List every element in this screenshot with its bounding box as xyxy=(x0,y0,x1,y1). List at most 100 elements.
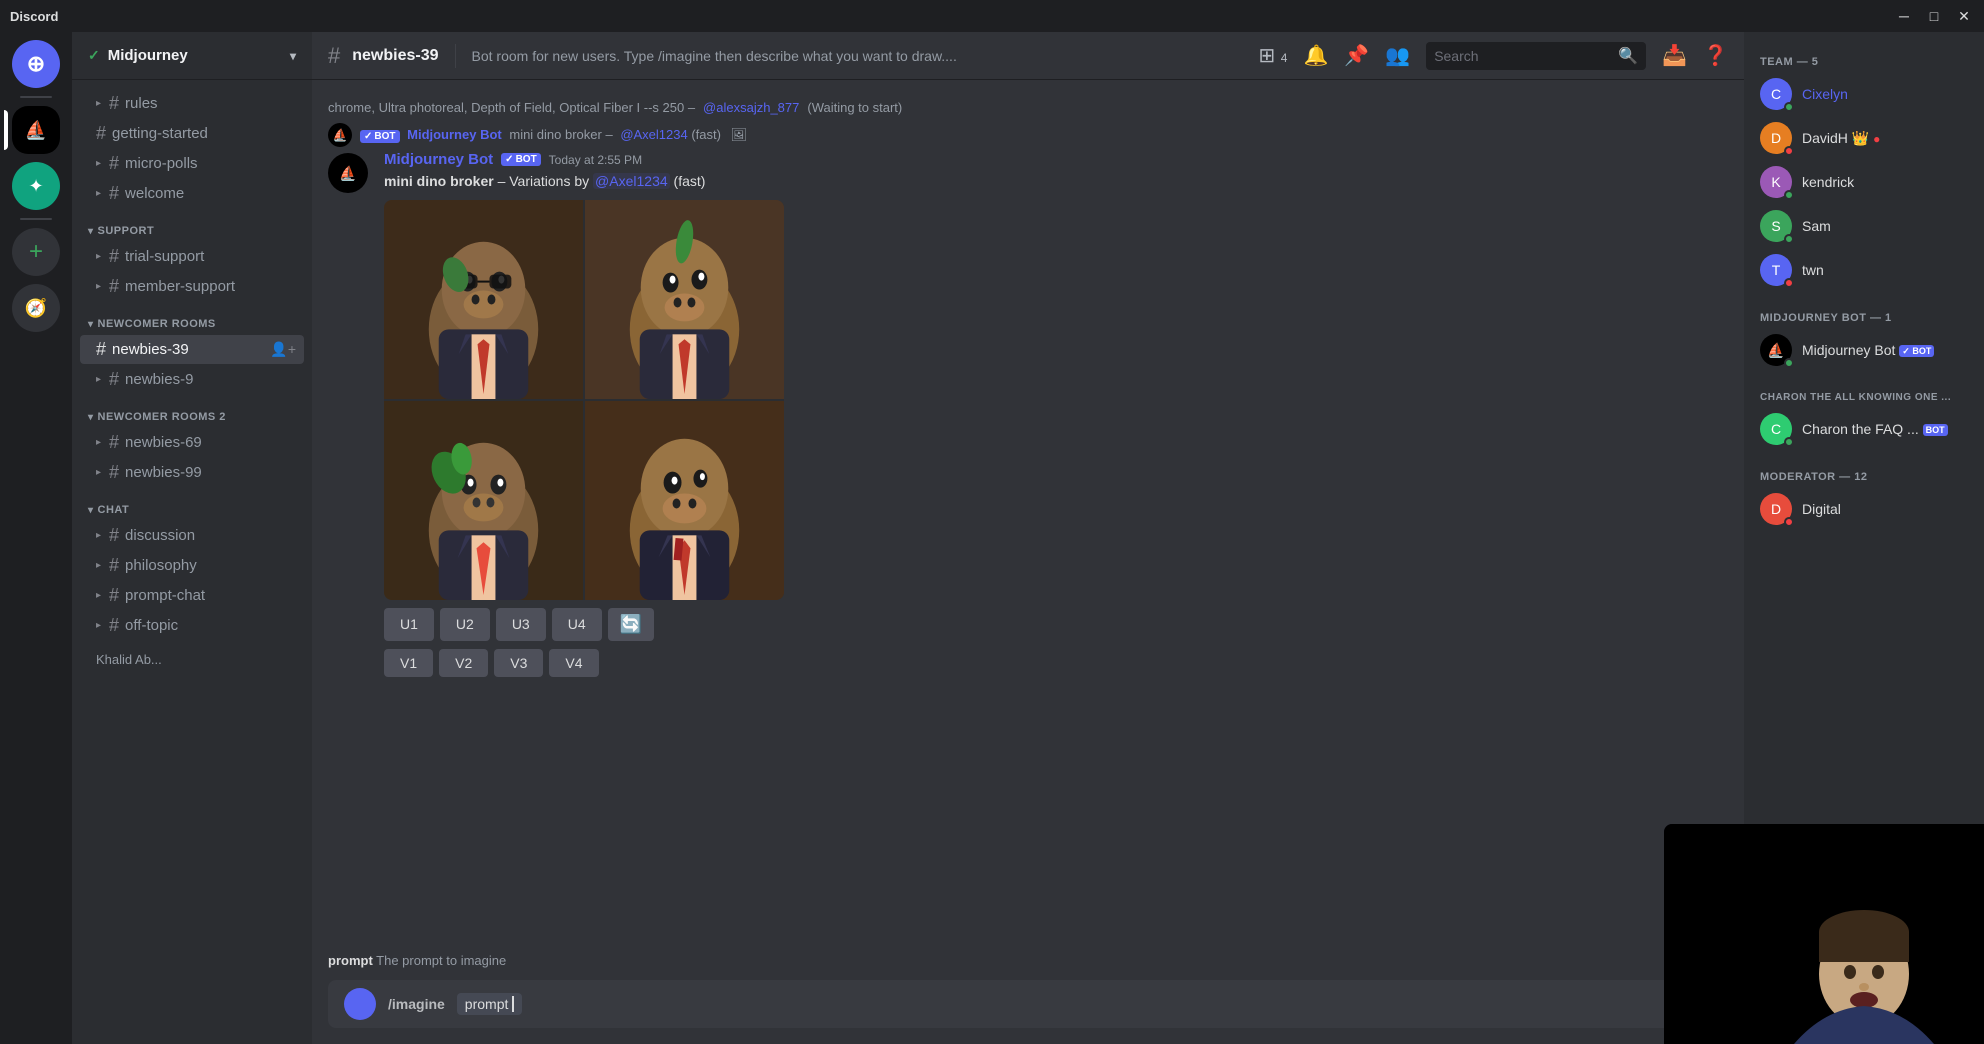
hash-icon: # xyxy=(109,525,119,546)
channel-label: off-topic xyxy=(125,617,178,634)
inbox-icon[interactable]: 📥 xyxy=(1662,43,1687,68)
member-item-sam[interactable]: S Sam xyxy=(1752,204,1976,248)
member-item-twn[interactable]: T twn xyxy=(1752,248,1976,292)
variation-2-button[interactable]: V2 xyxy=(439,649,488,677)
chevron-down-icon: ▾ xyxy=(290,49,296,63)
refresh-button[interactable]: 🔄 xyxy=(608,608,654,641)
category-label: CHAT xyxy=(98,504,130,516)
guild-add-button[interactable]: + xyxy=(12,228,60,276)
hash-icon: # xyxy=(109,276,119,297)
expand-arrow-icon: ▾ xyxy=(88,319,94,330)
member-avatar-davidh: D xyxy=(1760,122,1792,154)
expand-arrow-icon: ▸ xyxy=(96,281,101,292)
guild-item-discord[interactable]: ⊕ xyxy=(12,40,60,88)
variation-4-button[interactable]: V4 xyxy=(549,649,598,677)
variation-3-button[interactable]: V3 xyxy=(494,649,543,677)
expand-arrow-icon: ▸ xyxy=(96,467,101,478)
channel-item-micro-polls[interactable]: ▸ # micro-polls xyxy=(80,149,304,178)
members-icon[interactable]: ⊞ 4 xyxy=(1258,43,1287,68)
server-header[interactable]: ✓ Midjourney ▾ xyxy=(72,32,312,80)
webcam-overlay xyxy=(1664,824,1984,1044)
channel-item-newbies-99[interactable]: ▸ # newbies-99 xyxy=(80,458,304,487)
prompt-input-text: prompt xyxy=(465,996,509,1012)
bot-message-group: ⛵ Midjourney Bot ✓ BOT Today at 2:55 PM … xyxy=(312,147,1744,681)
channel-item-welcome[interactable]: ▸ # welcome xyxy=(80,179,304,208)
waiting-status: (Waiting to start) xyxy=(807,100,902,115)
member-item-cixelyn[interactable]: C Cixelyn xyxy=(1752,72,1976,116)
upscale-1-button[interactable]: U1 xyxy=(384,608,434,641)
bot-avatar-small: ⛵ xyxy=(328,123,352,147)
image-cell-2[interactable] xyxy=(585,200,784,399)
channel-item-member-support[interactable]: ▸ # member-support xyxy=(80,272,304,301)
message-input-area: /imagine prompt 😊 xyxy=(312,972,1744,1044)
guild-item-midjourney[interactable]: ⛵ xyxy=(12,106,60,154)
pin-icon[interactable]: 📌 xyxy=(1344,43,1369,68)
channel-item-prompt-chat[interactable]: ▸ # prompt-chat xyxy=(80,581,304,610)
category-support[interactable]: ▾ SUPPORT xyxy=(72,209,312,241)
explore-icon: 🧭 xyxy=(25,298,47,319)
upscale-4-button[interactable]: U4 xyxy=(552,608,602,641)
members-list-icon[interactable]: 👥 xyxy=(1385,43,1410,68)
member-item-midjourney-bot[interactable]: ⛵ Midjourney Bot ✓ BOT xyxy=(1752,328,1976,372)
bot-badge: ✓ BOT xyxy=(1899,345,1934,357)
image-cell-3[interactable] xyxy=(384,401,583,600)
help-icon[interactable]: ❓ xyxy=(1703,43,1728,68)
upscale-2-button[interactable]: U2 xyxy=(440,608,490,641)
category-chat[interactable]: ▾ CHAT xyxy=(72,488,312,520)
search-placeholder: Search xyxy=(1434,48,1612,64)
message-text: mini dino broker – Variations by @Axel12… xyxy=(384,172,1728,192)
category-label: SUPPORT xyxy=(98,225,155,237)
category-newcomer-rooms-2[interactable]: ▾ NEWCOMER ROOMS 2 xyxy=(72,395,312,427)
member-name-twn: twn xyxy=(1802,262,1824,278)
message-input-wrapper[interactable]: /imagine prompt 😊 xyxy=(328,980,1728,1028)
channel-item-newbies-39[interactable]: # newbies-39 👤+ xyxy=(80,335,304,364)
bot-author-sm: Midjourney Bot xyxy=(407,127,502,142)
close-button[interactable]: ✕ xyxy=(1954,6,1974,26)
image-cell-4[interactable] xyxy=(585,401,784,600)
channel-item-discussion[interactable]: ▸ # discussion xyxy=(80,521,304,550)
status-online-icon xyxy=(1784,190,1794,200)
channel-item-getting-started[interactable]: # getting-started xyxy=(80,119,304,148)
bot-badge: BOT xyxy=(1923,424,1948,436)
guild-explore-button[interactable]: 🧭 xyxy=(12,284,60,332)
system-text: chrome, Ultra photoreal, Depth of Field,… xyxy=(328,100,695,115)
channel-label: newbies-9 xyxy=(125,371,193,388)
expand-arrow-icon: ▾ xyxy=(88,226,94,237)
search-bar[interactable]: Search 🔍 xyxy=(1426,42,1646,70)
hash-icon: # xyxy=(109,462,119,483)
variation-1-button[interactable]: V1 xyxy=(384,649,433,677)
maximize-button[interactable]: □ xyxy=(1924,6,1944,26)
channel-item-khalid[interactable]: Khalid Ab... xyxy=(80,648,304,671)
channel-item-newbies-9[interactable]: ▸ # newbies-9 xyxy=(80,365,304,394)
member-item-kendrick[interactable]: K kendrick xyxy=(1752,160,1976,204)
mention-axel-sm: @Axel1234 xyxy=(620,127,687,142)
member-item-charon[interactable]: C Charon the FAQ ... BOT xyxy=(1752,407,1976,451)
prompt-input-box[interactable]: prompt xyxy=(457,993,523,1015)
category-newcomer-rooms[interactable]: ▾ NEWCOMER ROOMS xyxy=(72,302,312,334)
expand-arrow-icon: ▸ xyxy=(96,590,101,601)
message-header: Midjourney Bot ✓ BOT Today at 2:55 PM xyxy=(384,151,1728,168)
channel-item-rules[interactable]: ▸ # rules xyxy=(80,89,304,118)
member-item-davidh[interactable]: D DavidH 👑 ● xyxy=(1752,116,1976,160)
status-dnd-icon xyxy=(1784,517,1794,527)
member-name-cixelyn: Cixelyn xyxy=(1802,86,1848,102)
category-label: NEWCOMER ROOMS xyxy=(98,318,216,330)
channel-label: newbies-99 xyxy=(125,464,202,481)
channel-item-newbies-69[interactable]: ▸ # newbies-69 xyxy=(80,428,304,457)
channel-item-off-topic[interactable]: ▸ # off-topic xyxy=(80,611,304,640)
user-plus-icon[interactable]: 👤+ xyxy=(270,341,296,358)
member-name-davidh: DavidH 👑 ● xyxy=(1802,130,1880,147)
member-item-digital[interactable]: D Digital xyxy=(1752,487,1976,531)
upscale-3-button[interactable]: U3 xyxy=(496,608,546,641)
guild-item-openai[interactable]: ✦ xyxy=(12,162,60,210)
channel-item-philosophy[interactable]: ▸ # philosophy xyxy=(80,551,304,580)
minimize-button[interactable]: ─ xyxy=(1894,6,1914,26)
message-author[interactable]: Midjourney Bot xyxy=(384,151,493,168)
header-icons: ⊞ 4 🔔 📌 👥 Search 🔍 📥 ❓ xyxy=(1258,42,1728,70)
search-icon: 🔍 xyxy=(1618,46,1638,66)
channel-item-trial-support[interactable]: ▸ # trial-support xyxy=(80,242,304,271)
image-cell-1[interactable] xyxy=(384,200,583,399)
image-icon[interactable]: 🖼 xyxy=(731,127,748,142)
title-bar: Discord ─ □ ✕ xyxy=(0,0,1984,32)
notification-settings-icon[interactable]: 🔔 xyxy=(1303,43,1328,68)
